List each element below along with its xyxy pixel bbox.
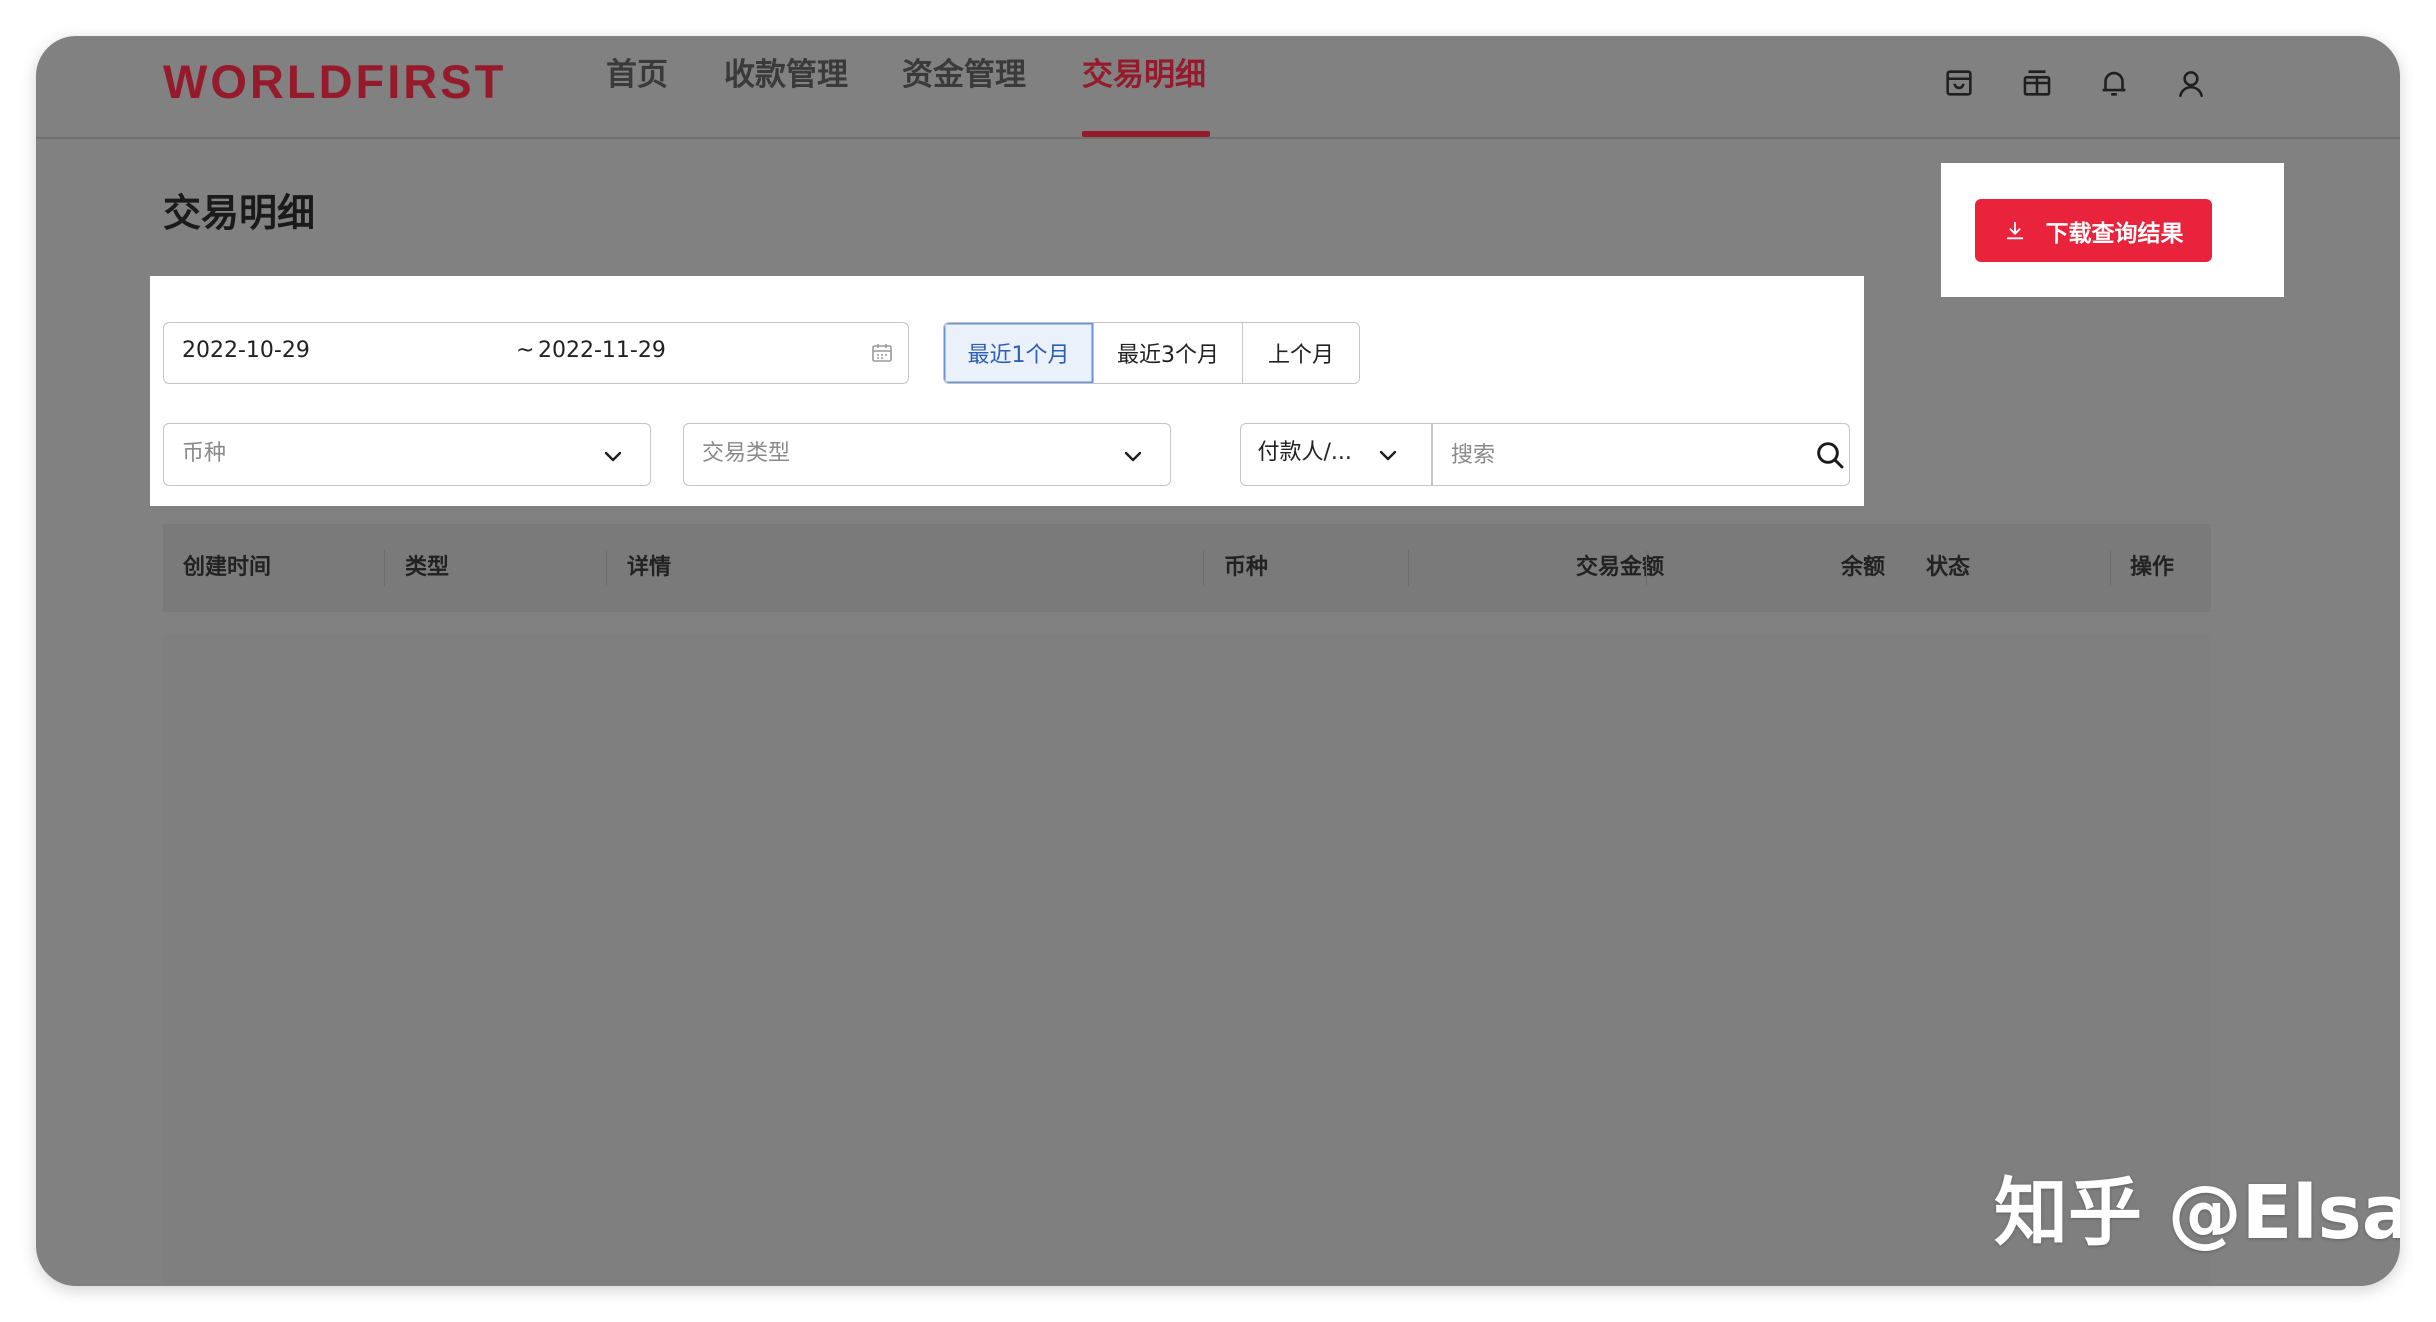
column-actions[interactable]: 操作 [2130,557,2174,579]
active-tab-indicator [1082,131,1210,137]
column-type[interactable]: 类型 [405,557,449,579]
top-nav-bar: WORLDFIRST 首页 收款管理 资金管理 交易明细 [36,36,2400,139]
search-field-value: 付款人/... [1257,439,1352,465]
download-panel: 下载查询结果 [1941,163,2284,297]
search-icon[interactable] [1814,439,1846,471]
table-body [163,634,2211,1286]
nav-tab-home[interactable]: 首页 [606,60,668,91]
app-window: WORLDFIRST 首页 收款管理 资金管理 交易明细 交易明细 下载查询结果… [36,36,2400,1286]
range-last-month[interactable]: 上个月 [1243,323,1359,383]
currency-select[interactable]: 币种 [163,423,651,486]
nav-tab-collections[interactable]: 收款管理 [724,60,848,91]
search-group: 付款人/... [1240,423,1850,486]
column-separator [384,550,385,586]
column-status[interactable]: 状态 [1926,557,1970,579]
date-end[interactable]: 2022-11-29 [538,340,666,362]
currency-placeholder: 币种 [182,441,227,466]
column-amount[interactable]: 交易金额 [1576,557,1664,579]
column-separator [1646,550,1647,586]
date-separator: ~ [516,338,535,363]
column-separator [1408,550,1409,586]
column-balance[interactable]: 余额 [1841,557,1885,579]
calendar-icon[interactable] [870,341,894,365]
column-separator [1203,550,1204,586]
worldfirst-logo[interactable]: WORLDFIRST [163,58,506,105]
watermark: 知乎 @Elsa [1994,1170,2400,1256]
page-title: 交易明细 [163,191,316,235]
filter-panel: 2022-10-29 ~ 2022-11-29 最近1个月 最近3个月 上个月 … [150,276,1864,506]
date-start[interactable]: 2022-10-29 [182,340,310,362]
quick-range-selector: 最近1个月 最近3个月 上个月 [943,322,1360,384]
download-icon [2004,220,2026,242]
nav-tab-transactions[interactable]: 交易明细 [1082,60,1206,91]
range-last-3-months[interactable]: 最近3个月 [1094,323,1243,383]
search-input[interactable] [1433,426,1813,484]
transaction-type-placeholder: 交易类型 [702,441,791,466]
transaction-type-select[interactable]: 交易类型 [683,423,1171,486]
bell-icon[interactable] [2097,66,2131,100]
column-separator [606,550,607,586]
chevron-down-icon [1121,444,1145,468]
date-range-picker[interactable]: 2022-10-29 ~ 2022-11-29 [163,322,909,384]
column-details[interactable]: 详情 [627,557,671,579]
range-last-1-month[interactable]: 最近1个月 [944,323,1094,383]
chevron-down-icon [1376,443,1400,467]
chevron-down-icon [601,444,625,468]
column-separator [2110,550,2111,586]
gift-icon[interactable] [2020,66,2054,100]
column-created-time[interactable]: 创建时间 [183,557,271,579]
download-results-label: 下载查询结果 [2045,220,2184,247]
nav-tab-funds[interactable]: 资金管理 [902,60,1026,91]
wallet-icon[interactable] [1942,66,1976,100]
table-header: 创建时间 类型 详情 币种 交易金额 余额 状态 操作 [163,524,2211,612]
search-field-select[interactable]: 付款人/... [1240,423,1432,486]
column-currency[interactable]: 币种 [1224,557,1268,579]
download-results-button[interactable]: 下载查询结果 [1975,199,2212,262]
user-icon[interactable] [2174,66,2208,100]
